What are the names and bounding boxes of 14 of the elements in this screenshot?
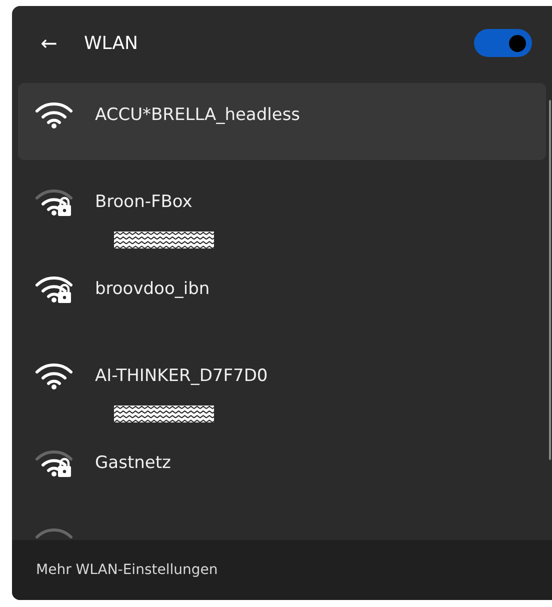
network-item[interactable]: ACCU*BRELLA_headless	[18, 83, 546, 160]
wifi-toggle[interactable]	[474, 29, 532, 57]
network-name: AI-THINKER_D7F7D0	[95, 366, 268, 386]
network-name: ACCU*BRELLA_headless	[95, 105, 300, 125]
back-button[interactable]: ←	[34, 31, 64, 55]
network-name: Gastnetz	[95, 453, 171, 473]
network-item[interactable]: Gastnetz	[18, 431, 546, 518]
network-name: Broon-FBox	[95, 192, 192, 212]
panel-title: WLAN	[84, 32, 140, 54]
network-item[interactable]: broovdoo_ibn	[18, 257, 546, 344]
network-name: broovdoo_ibn	[95, 279, 210, 299]
network-item[interactable]: AI-THINKER_D7F7D0	[18, 344, 546, 431]
more-settings-link[interactable]: Mehr WLAN-Einstellungen	[36, 562, 218, 578]
network-item[interactable]: Broon-FBox	[18, 170, 546, 257]
